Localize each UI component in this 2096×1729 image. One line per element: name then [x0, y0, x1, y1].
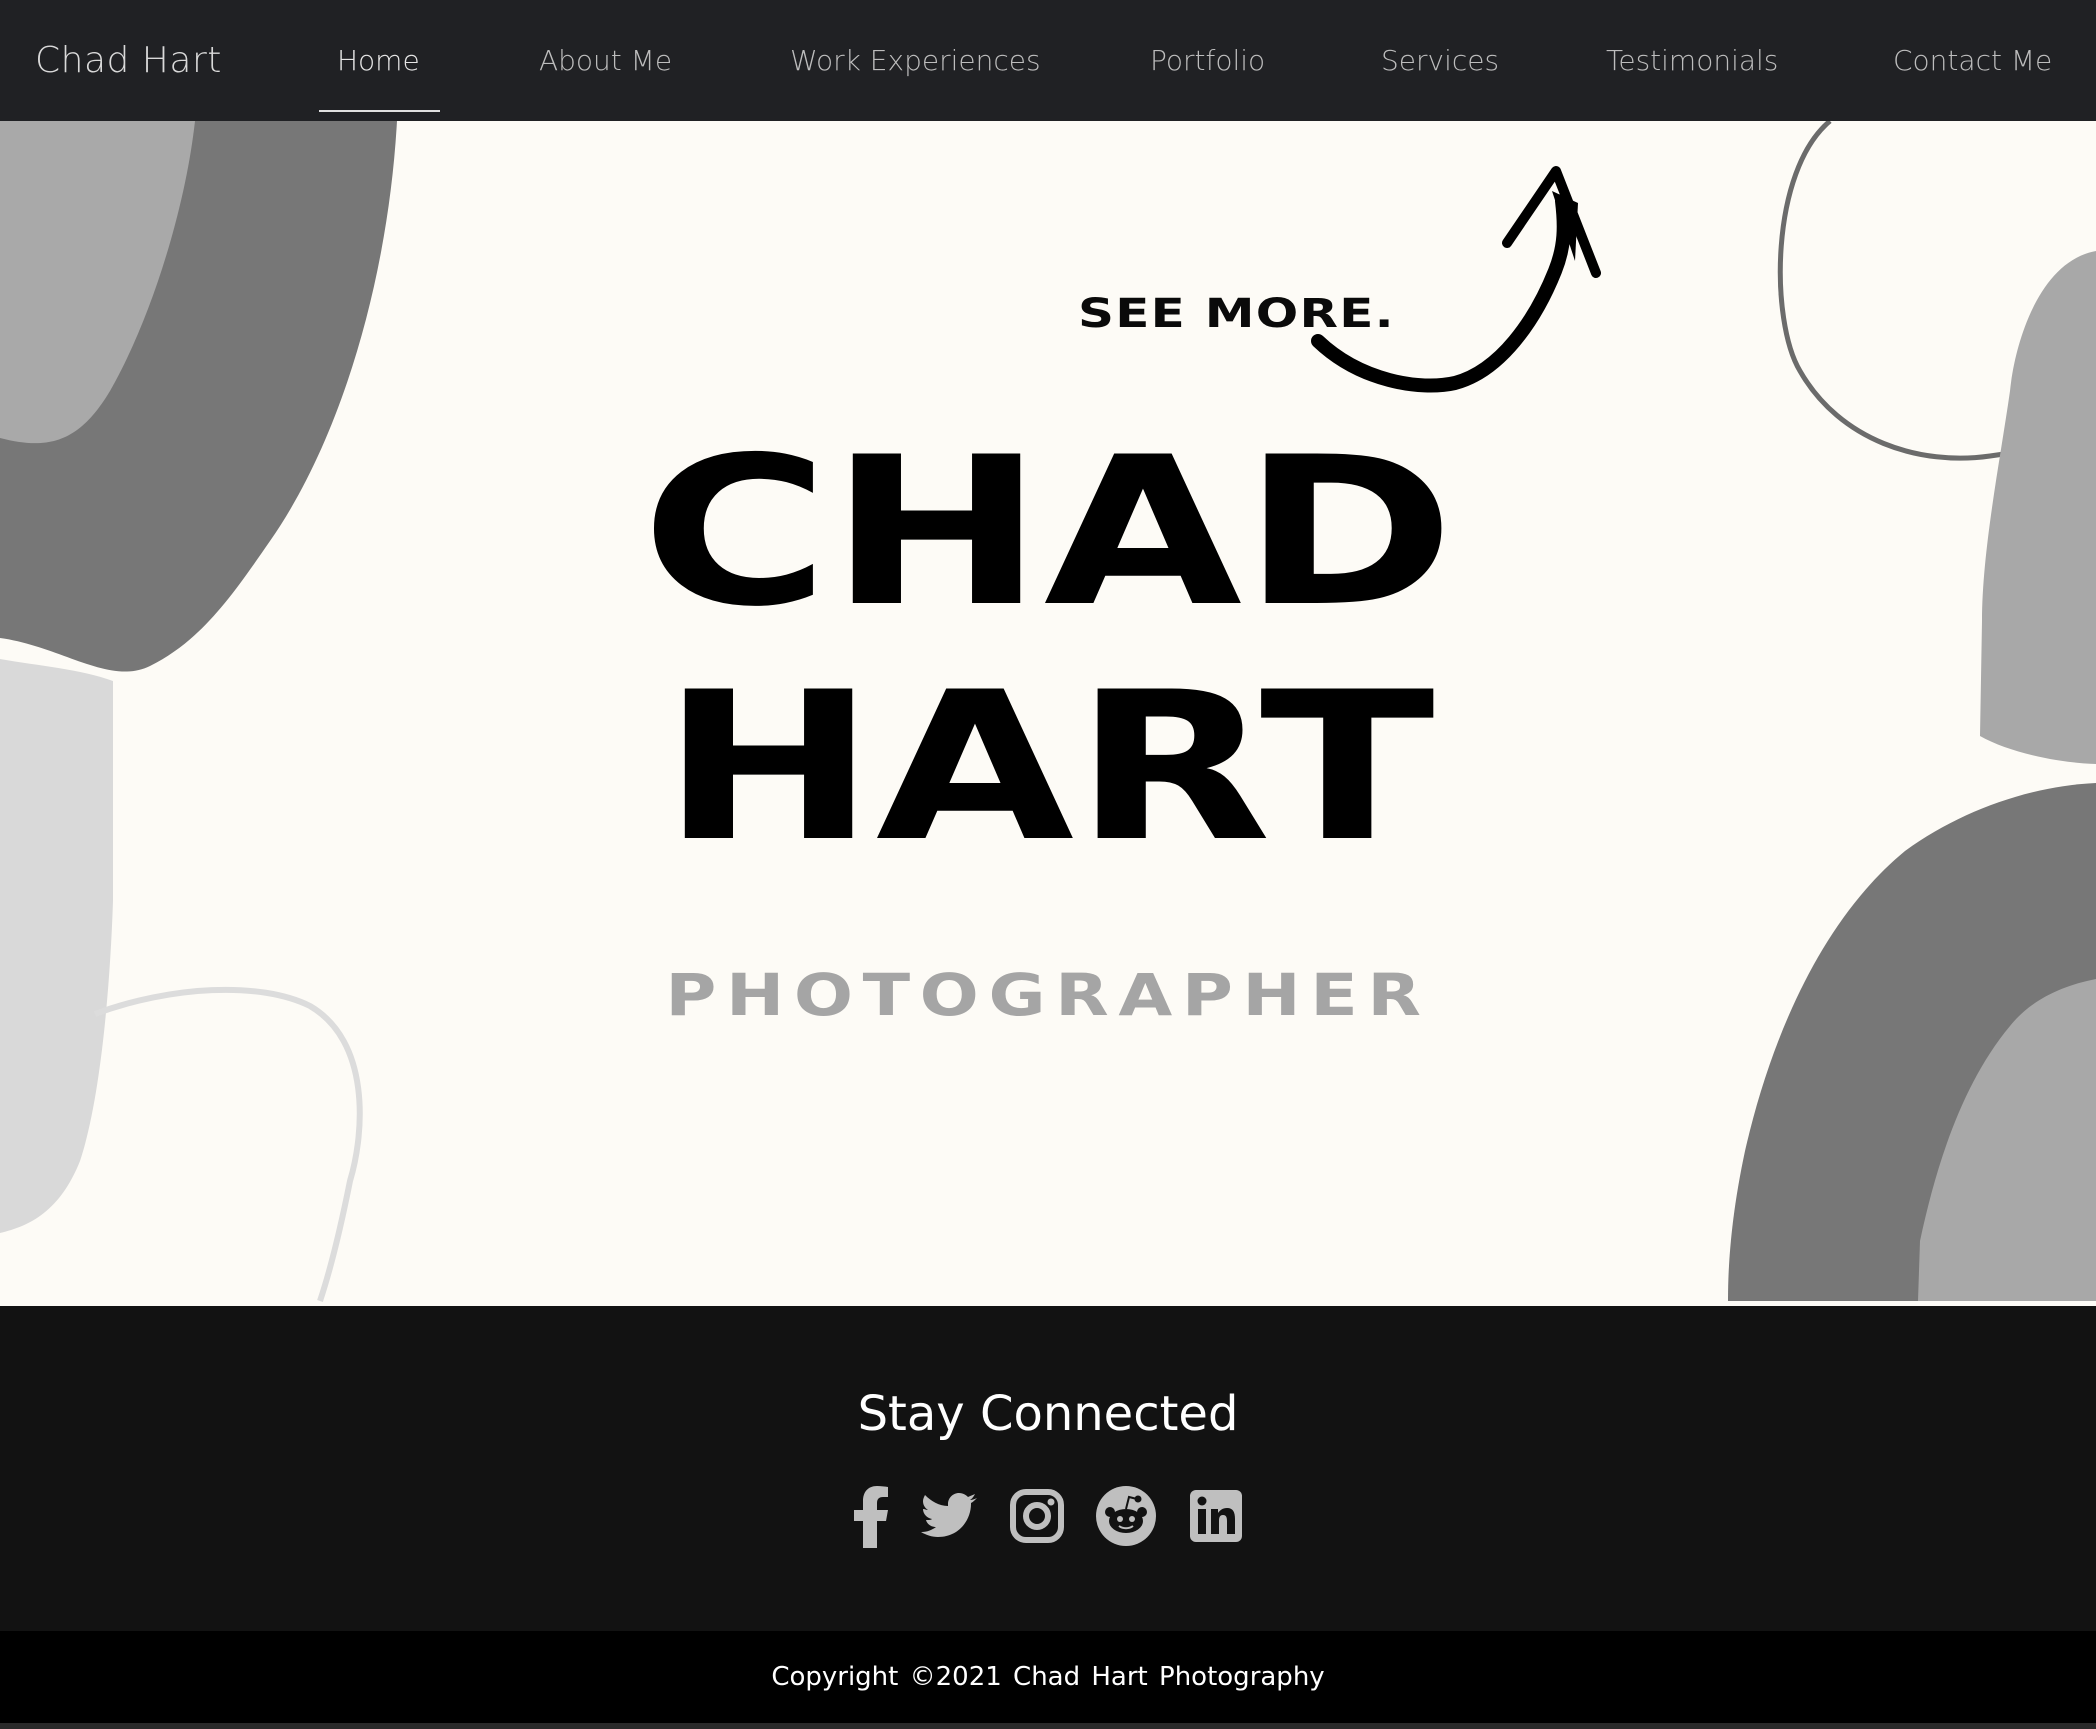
nav-services[interactable]: Services	[1381, 0, 1499, 121]
nav-home[interactable]: Home	[337, 0, 420, 121]
left-thin-curve	[93, 986, 363, 1302]
see-more-link[interactable]: SEE MORE.	[1078, 291, 1395, 337]
stay-connected-title: Stay Connected	[857, 1386, 1239, 1442]
hero-banner: SEE MORE. CHAD HART PHOTOGRAPHER	[0, 121, 2096, 1306]
nav-work-experiences[interactable]: Work Experiences	[790, 0, 1041, 121]
bottom-strip	[0, 1723, 2096, 1729]
facebook-icon[interactable]	[853, 1486, 889, 1548]
brand-logo[interactable]: Chad Hart	[35, 0, 222, 121]
hero-subtitle: PHOTOGRAPHER	[665, 961, 1431, 1029]
twitter-icon[interactable]	[921, 1492, 977, 1554]
hero-title-line2: HART	[661, 649, 1435, 887]
hero-title-line1: CHAD	[641, 414, 1455, 652]
footer: Copyright ©2021 Chad Hart Photography	[0, 1631, 2096, 1723]
nav-testimonials[interactable]: Testimonials	[1606, 0, 1778, 121]
reddit-icon[interactable]	[1096, 1486, 1156, 1548]
top-navbar: Chad Hart Home About Me Work Experiences…	[0, 0, 2096, 121]
nav-about-me[interactable]: About Me	[539, 0, 672, 121]
instagram-icon[interactable]	[1010, 1489, 1064, 1551]
active-nav-underline	[319, 110, 440, 112]
arrow-head-icon	[1502, 166, 1601, 278]
copyright-text: Copyright ©2021 Chad Hart Photography	[771, 1662, 1325, 1692]
nav-contact-me[interactable]: Contact Me	[1893, 0, 2052, 121]
nav-portfolio[interactable]: Portfolio	[1150, 0, 1265, 121]
linkedin-icon[interactable]	[1190, 1490, 1242, 1552]
stay-connected-section: Stay Connected	[0, 1306, 2096, 1631]
